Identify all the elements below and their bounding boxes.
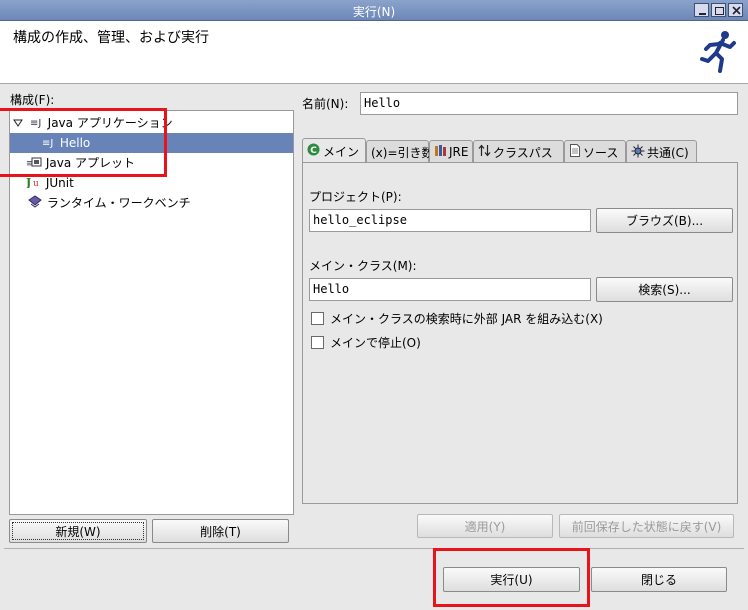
tree-item-label: JUnit: [45, 176, 74, 190]
tab-label: 共通(C): [647, 145, 689, 160]
workbench-icon: [27, 194, 43, 214]
tree-item-label: ランタイム・ワークベンチ: [46, 196, 191, 210]
highlight-box-run: [433, 548, 590, 607]
close-icon[interactable]: [728, 3, 743, 17]
tab-classpath[interactable]: クラスパス: [473, 140, 564, 163]
tab-arguments[interactable]: (x)=引き数: [366, 140, 434, 163]
tab-main[interactable]: C メイン: [302, 138, 366, 163]
include-jar-label: メイン・クラスの検索時に外部 JAR を組み込む(X): [330, 312, 603, 326]
maximize-icon[interactable]: [711, 3, 726, 17]
tab-label: メイン: [323, 144, 360, 159]
main-tab-icon: C: [307, 143, 320, 159]
tab-jre[interactable]: JRE: [429, 140, 473, 163]
delete-button[interactable]: 削除(T): [152, 519, 289, 543]
jre-library-icon: [434, 144, 447, 160]
search-button[interactable]: 検索(S)...: [596, 277, 733, 302]
stop-in-main-checkbox[interactable]: [311, 336, 324, 349]
revert-button[interactable]: 前回保存した状態に戻す(V): [559, 514, 734, 538]
svg-text:u: u: [33, 179, 39, 188]
name-input[interactable]: Hello: [360, 92, 738, 115]
tab-panel-main: プロジェクト(P): hello_eclipse ブラウズ(B)... メイン・…: [302, 162, 738, 504]
tab-source[interactable]: ソース: [564, 140, 626, 163]
close-button[interactable]: 閉じる: [591, 567, 727, 592]
common-settings-icon: [631, 144, 645, 161]
updown-arrows-icon: [478, 144, 491, 160]
main-class-label: メイン・クラス(M):: [309, 259, 417, 273]
window-titlebar: 実行(N): [0, 0, 748, 21]
highlight-box-tree: [0, 108, 167, 177]
tab-label: JRE: [449, 145, 469, 159]
config-label: 構成(F):: [10, 93, 55, 107]
source-file-icon: [569, 144, 581, 160]
footer-divider: [4, 548, 744, 549]
browse-button[interactable]: ブラウズ(B)...: [596, 208, 733, 233]
tree-item-runtime-workbench[interactable]: ランタイム・ワークベンチ: [10, 193, 293, 213]
svg-text:J: J: [26, 176, 31, 188]
window-title: 実行(N): [352, 5, 396, 19]
svg-text:C: C: [310, 146, 317, 156]
page-title: 構成の作成、管理、および実行: [13, 30, 209, 46]
tab-label: ソース: [583, 145, 619, 160]
main-class-input[interactable]: Hello: [309, 278, 591, 301]
tab-label: (x)=引き数: [371, 145, 434, 160]
tab-common[interactable]: 共通(C): [626, 140, 697, 163]
stop-in-main-label: メインで停止(O): [330, 336, 421, 350]
tab-label: クラスパス: [493, 145, 553, 160]
running-man-icon: [698, 29, 738, 76]
new-button[interactable]: 新規(W): [9, 519, 147, 543]
project-input[interactable]: hello_eclipse: [309, 209, 591, 232]
include-jar-checkbox[interactable]: [311, 312, 324, 325]
dialog-header: 構成の作成、管理、および実行: [0, 21, 748, 84]
name-label: 名前(N):: [302, 97, 349, 111]
apply-button[interactable]: 適用(Y): [417, 514, 553, 538]
project-label: プロジェクト(P):: [309, 190, 402, 204]
minimize-icon[interactable]: [694, 3, 709, 17]
